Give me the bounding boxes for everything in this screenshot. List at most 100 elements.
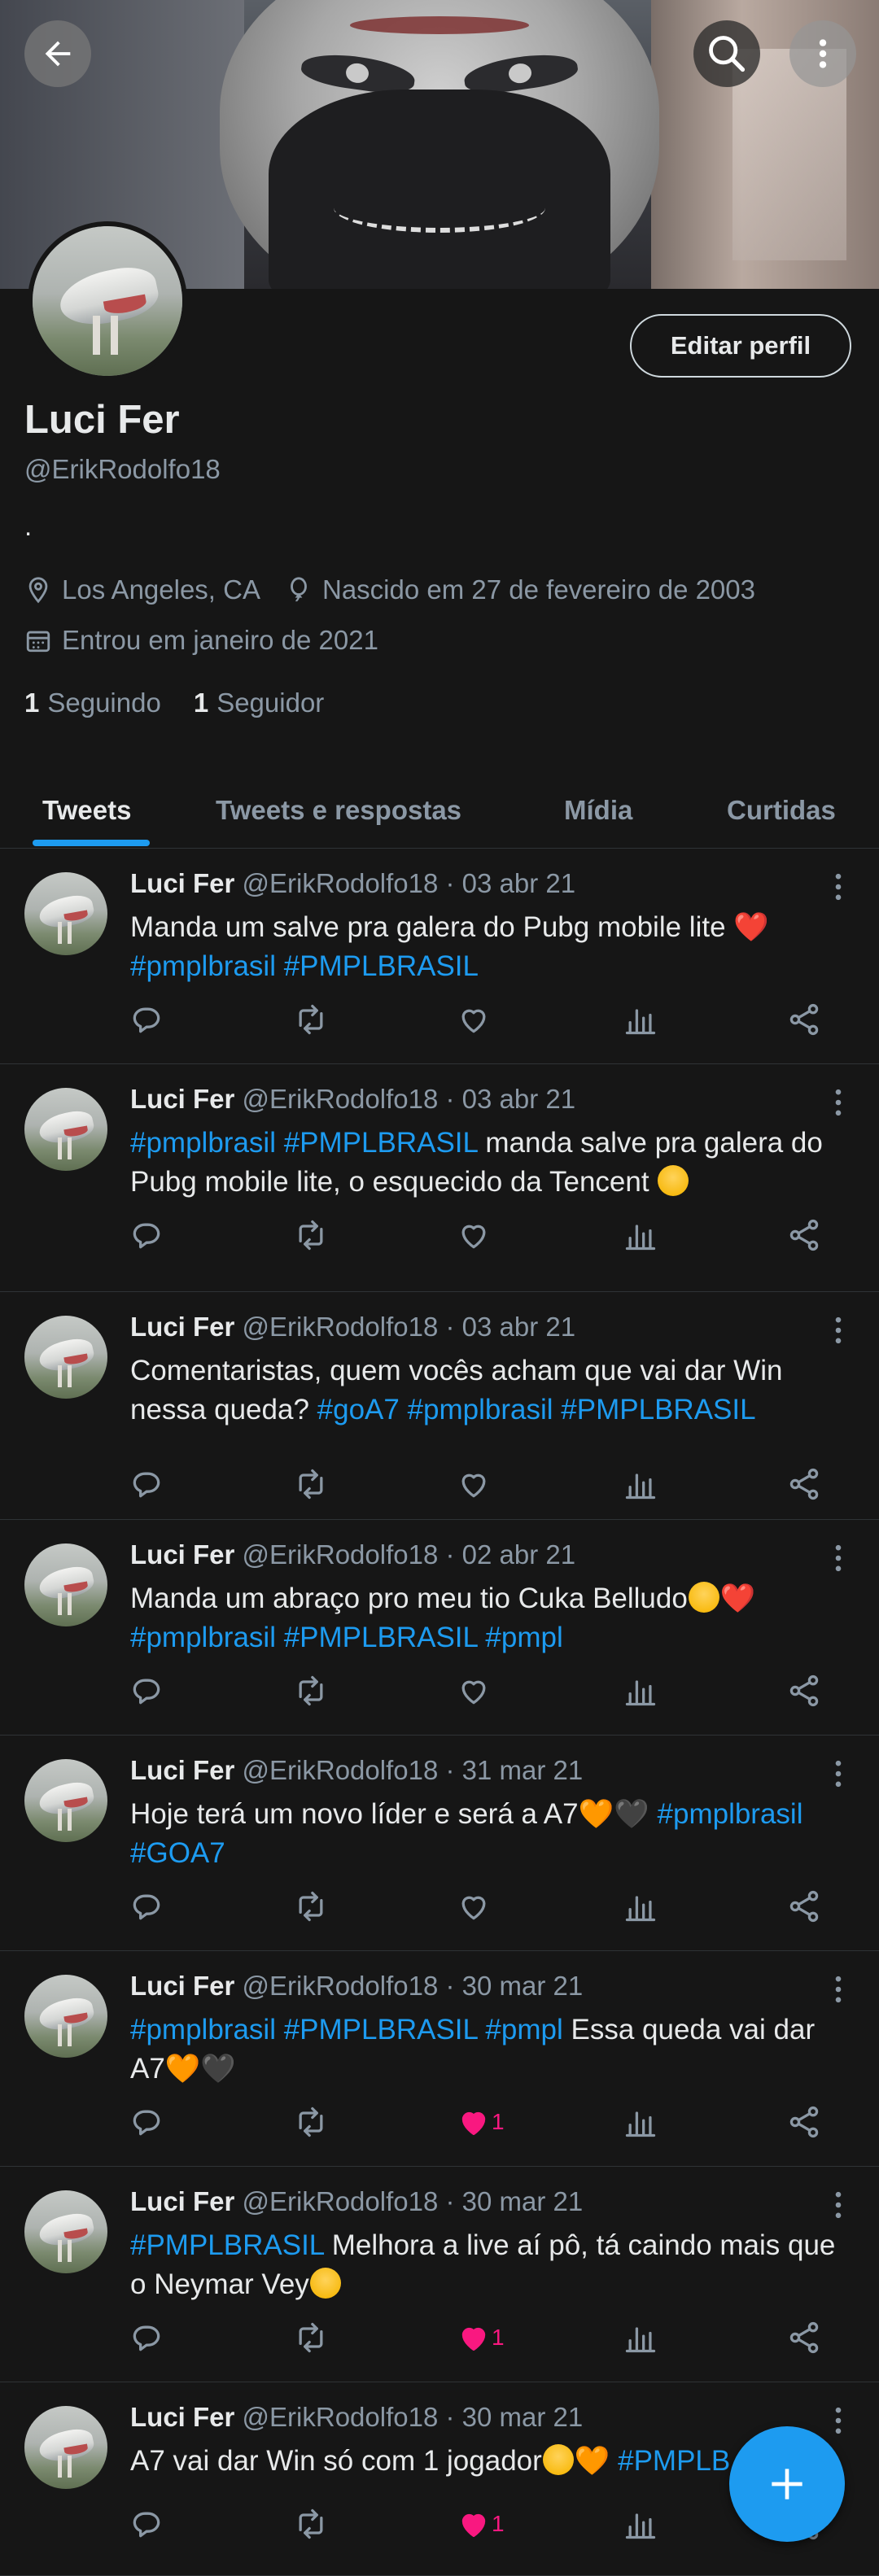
views-button[interactable] bbox=[623, 2317, 658, 2358]
tweet-avatar[interactable] bbox=[24, 1088, 107, 1171]
tweet-more-button[interactable] bbox=[820, 1540, 856, 1580]
like-button[interactable] bbox=[456, 1464, 492, 1504]
share-button[interactable] bbox=[786, 999, 822, 1040]
tweet-more-button[interactable] bbox=[820, 1312, 856, 1352]
hashtag-link[interactable]: #PMPLBRASIL bbox=[284, 1622, 478, 1653]
tweet-author-name[interactable]: Luci Fer bbox=[130, 1312, 234, 1342]
tweet-avatar[interactable] bbox=[24, 1975, 107, 2058]
retweet-button[interactable] bbox=[293, 1886, 329, 1927]
views-button[interactable] bbox=[623, 2504, 658, 2544]
views-button[interactable] bbox=[623, 1886, 658, 1927]
views-button[interactable] bbox=[623, 999, 658, 1040]
hashtag-link[interactable]: #pmplbrasil bbox=[130, 950, 276, 982]
tweet-more-button[interactable] bbox=[820, 1971, 856, 2011]
views-button[interactable] bbox=[623, 1464, 658, 1504]
following-link[interactable]: 1 Seguindo bbox=[24, 688, 161, 718]
share-button[interactable] bbox=[786, 2102, 822, 2142]
tweet-author-name[interactable]: Luci Fer bbox=[130, 868, 234, 898]
tweet-more-button[interactable] bbox=[820, 869, 856, 909]
tweet-more-button[interactable] bbox=[820, 2187, 856, 2227]
hashtag-link[interactable]: #PMPLBRASIL bbox=[561, 1394, 755, 1426]
share-button[interactable] bbox=[786, 1670, 822, 1711]
like-button[interactable] bbox=[456, 1670, 492, 1711]
reply-button[interactable] bbox=[129, 2504, 164, 2544]
back-button[interactable] bbox=[24, 20, 91, 87]
reply-button[interactable] bbox=[129, 2102, 164, 2142]
reply-button[interactable] bbox=[129, 1215, 164, 1255]
tab-tweets-and-replies[interactable]: Tweets e respostas bbox=[216, 773, 461, 848]
tweet[interactable]: Luci Fer @ErikRodolfo18 · 03 abr 21 Comen… bbox=[0, 1291, 879, 1520]
tweet-author-name[interactable]: Luci Fer bbox=[130, 2402, 234, 2432]
like-button[interactable] bbox=[456, 1215, 492, 1255]
tweet-author-name[interactable]: Luci Fer bbox=[130, 1755, 234, 1785]
hashtag-link[interactable]: #pmplbrasil bbox=[658, 1798, 803, 1830]
retweet-button[interactable] bbox=[293, 1670, 329, 1711]
retweet-button[interactable] bbox=[293, 1215, 329, 1255]
hashtag-link[interactable]: #PMPLBRASIL bbox=[284, 1127, 478, 1159]
hashtag-link[interactable]: #GOA7 bbox=[130, 1837, 225, 1869]
tweet-author-name[interactable]: Luci Fer bbox=[130, 1084, 234, 1114]
hashtag-link[interactable]: #pmplbrasil bbox=[130, 1622, 276, 1653]
hashtag-link[interactable]: #pmplbrasil bbox=[130, 1127, 276, 1159]
followers-link[interactable]: 1 Seguidor bbox=[194, 688, 324, 718]
retweet-button[interactable] bbox=[293, 1464, 329, 1504]
tab-tweets[interactable]: Tweets bbox=[42, 773, 131, 848]
hashtag-link[interactable]: #PMPLBRASIL bbox=[284, 950, 479, 982]
hashtag-link[interactable]: #pmplbrasil bbox=[130, 2014, 276, 2046]
reply-button[interactable] bbox=[129, 999, 164, 1040]
like-button[interactable]: 1 bbox=[456, 2317, 505, 2358]
tweet-more-button[interactable] bbox=[820, 1756, 856, 1796]
retweet-button[interactable] bbox=[293, 2102, 329, 2142]
reply-button[interactable] bbox=[129, 1670, 164, 1711]
views-button[interactable] bbox=[623, 2102, 658, 2142]
edit-profile-button[interactable]: Editar perfil bbox=[630, 314, 851, 378]
tweet-author-name[interactable]: Luci Fer bbox=[130, 1539, 234, 1570]
share-button[interactable] bbox=[786, 1464, 822, 1504]
tweet-avatar[interactable] bbox=[24, 872, 107, 955]
like-button[interactable]: 1 bbox=[456, 2504, 505, 2544]
tweet[interactable]: Luci Fer @ErikRodolfo18 · 31 mar 21 Hoje … bbox=[0, 1735, 879, 1951]
hashtag-link[interactable]: #PMPLB bbox=[618, 2445, 730, 2477]
retweet-button[interactable] bbox=[293, 999, 329, 1040]
hashtag-link[interactable]: #PMPLBRASIL bbox=[284, 2014, 478, 2046]
tweet-more-button[interactable] bbox=[820, 2403, 856, 2443]
tweet[interactable]: Luci Fer @ErikRodolfo18 · 30 mar 21 #pmpl… bbox=[0, 1950, 879, 2167]
retweet-button[interactable] bbox=[293, 2504, 329, 2544]
tweet-avatar[interactable] bbox=[24, 2190, 107, 2273]
compose-tweet-button[interactable] bbox=[729, 2426, 845, 2542]
hashtag-link[interactable]: #PMPLBRASIL bbox=[130, 2229, 324, 2261]
hashtag-link[interactable]: #pmplbrasil bbox=[408, 1394, 553, 1426]
views-button[interactable] bbox=[623, 1670, 658, 1711]
reply-button[interactable] bbox=[129, 2317, 164, 2358]
reply-button[interactable] bbox=[129, 1464, 164, 1504]
tweet-more-button[interactable] bbox=[820, 1085, 856, 1124]
share-button[interactable] bbox=[786, 1886, 822, 1927]
tab-likes[interactable]: Curtidas bbox=[727, 773, 836, 848]
tweet[interactable]: Luci Fer @ErikRodolfo18 · 30 mar 21 #PMPL… bbox=[0, 2166, 879, 2382]
tweet[interactable]: Luci Fer @ErikRodolfo18 · 03 abr 21 #pmpl… bbox=[0, 1063, 879, 1292]
like-button[interactable]: 1 bbox=[456, 2102, 505, 2142]
retweet-button[interactable] bbox=[293, 2317, 329, 2358]
more-options-button[interactable] bbox=[789, 20, 856, 87]
hashtag-link[interactable]: #pmpl bbox=[485, 1622, 562, 1653]
tweet-author-name[interactable]: Luci Fer bbox=[130, 2186, 234, 2216]
profile-avatar[interactable] bbox=[28, 221, 187, 381]
tweet-avatar[interactable] bbox=[24, 1543, 107, 1626]
hashtag-link[interactable]: #pmpl bbox=[485, 2014, 562, 2046]
share-button[interactable] bbox=[786, 1215, 822, 1255]
tweet-avatar[interactable] bbox=[24, 1759, 107, 1842]
tweet-avatar[interactable] bbox=[24, 2406, 107, 2489]
tweet[interactable]: Luci Fer @ErikRodolfo18 · 02 abr 21 Manda… bbox=[0, 1519, 879, 1736]
hashtag-link[interactable]: #goA7 bbox=[317, 1394, 400, 1426]
like-button[interactable] bbox=[456, 999, 492, 1040]
views-button[interactable] bbox=[623, 1215, 658, 1255]
search-button[interactable] bbox=[693, 20, 760, 87]
like-button[interactable] bbox=[456, 1886, 492, 1927]
tab-media[interactable]: Mídia bbox=[564, 773, 632, 848]
tweet[interactable]: Luci Fer @ErikRodolfo18 · 03 abr 21 Manda… bbox=[0, 848, 879, 1064]
tweet-text-segment: A7 vai dar Win só com 1 jogador bbox=[130, 2445, 542, 2477]
reply-button[interactable] bbox=[129, 1886, 164, 1927]
tweet-author-name[interactable]: Luci Fer bbox=[130, 1971, 234, 2001]
tweet-avatar[interactable] bbox=[24, 1316, 107, 1399]
share-button[interactable] bbox=[786, 2317, 822, 2358]
